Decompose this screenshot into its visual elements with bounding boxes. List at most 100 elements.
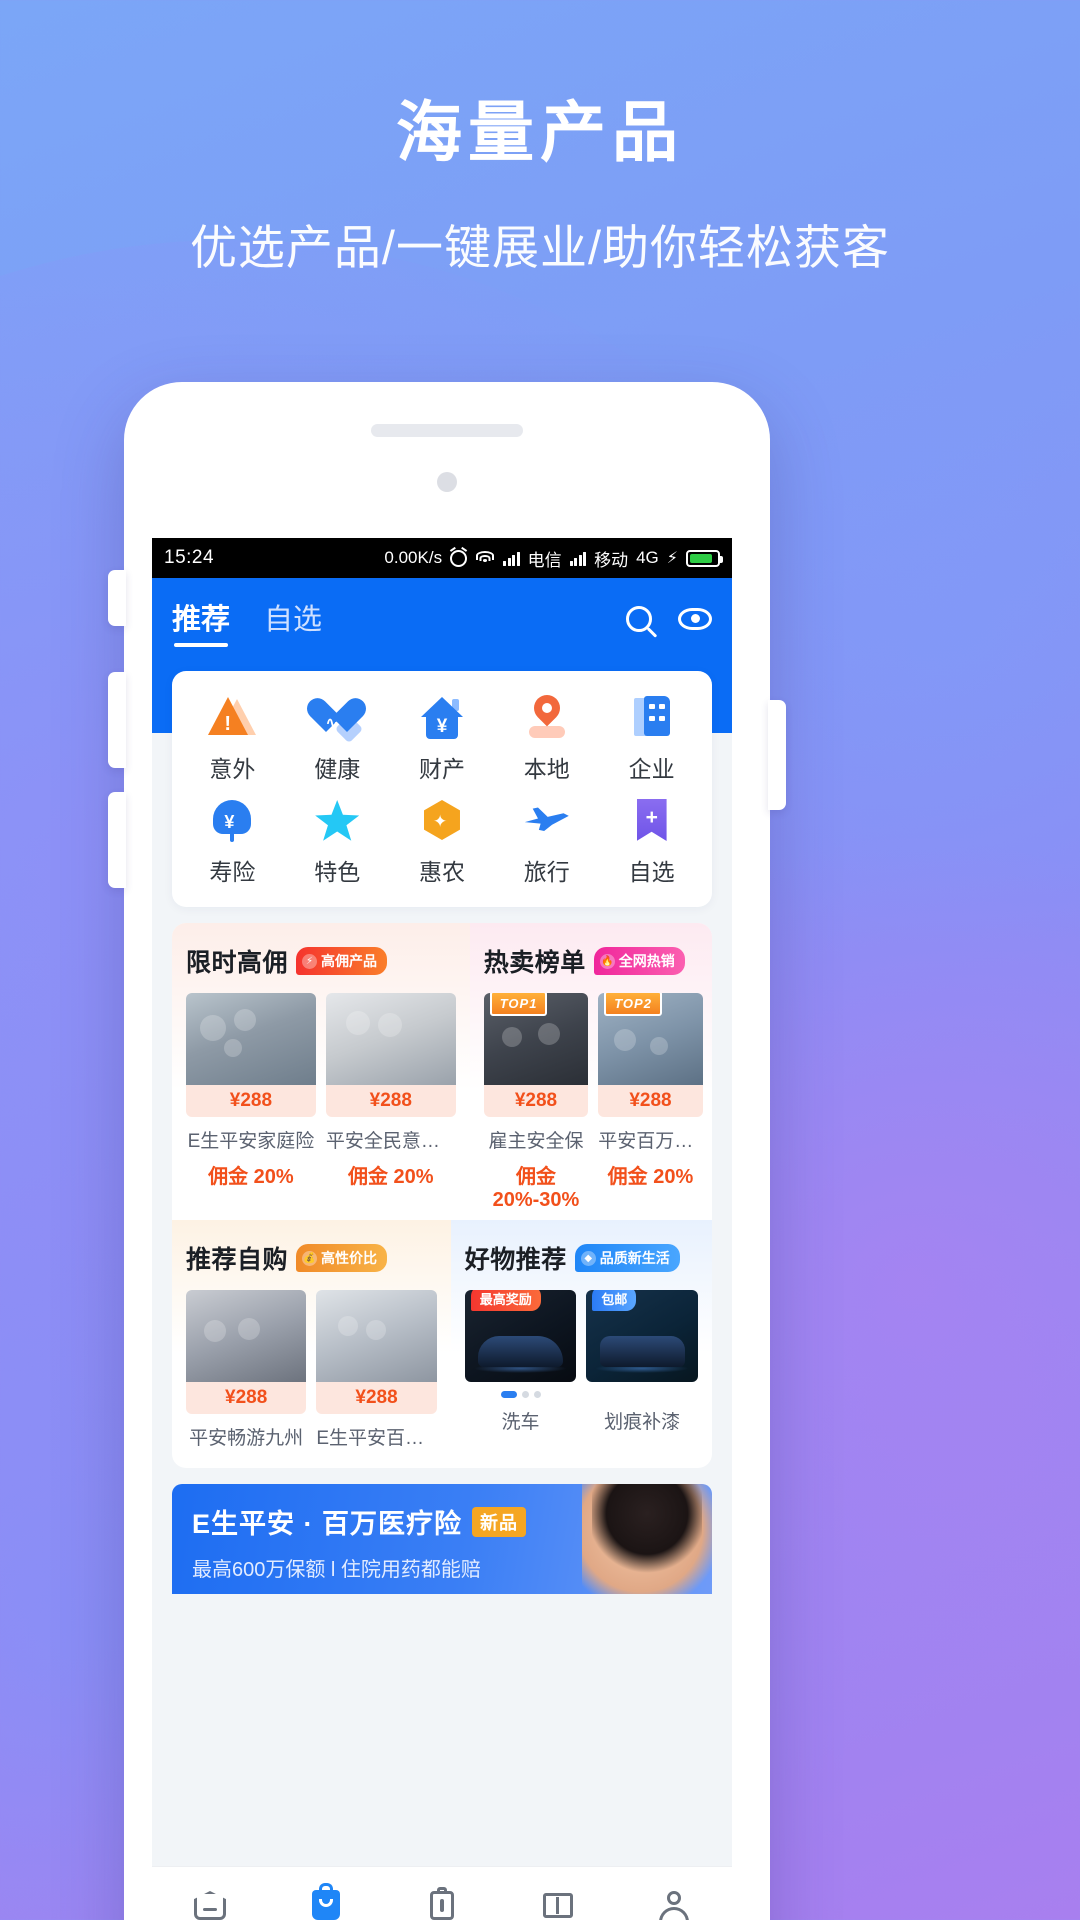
product-card[interactable]: ¥288 平安畅游九州 — [186, 1290, 307, 1450]
tabbar-item-customers[interactable]: 客户 — [384, 1887, 500, 1920]
product-commission: 佣金 20% — [208, 1166, 294, 1188]
category-item-enterprise[interactable]: 企业 — [599, 693, 704, 784]
bottom-tab-bar: 首页 产品 客户 学习 我的 — [152, 1866, 732, 1920]
section-good-goods: 好物推荐 ◆ 品质新生活 最高奖励 洗车 包邮 划痕补漆 — [450, 1220, 712, 1450]
carousel-dots[interactable] — [465, 1391, 577, 1398]
category-item-accident[interactable]: 意外 — [180, 693, 285, 784]
phone-button-left-2[interactable] — [108, 672, 126, 768]
rank-badge: TOP2 — [604, 993, 662, 1016]
status-carrier-2: 移动 — [594, 550, 629, 570]
tab-custom[interactable]: 自选 — [264, 596, 322, 647]
product-name: E生平安家庭险 — [187, 1131, 315, 1152]
product-thumbnail — [186, 993, 316, 1085]
section-title: 推荐自购 — [186, 1246, 289, 1274]
search-icon[interactable] — [626, 605, 652, 632]
banner-title: E生平安 · 百万医疗险 — [192, 1509, 463, 1539]
section-hot-list: 热卖榜单 🔥 全网热销 TOP1 ¥288 雇主安全保 佣金 20%-30% T… — [469, 923, 712, 1212]
section-title: 限时高佣 — [186, 949, 289, 977]
category-item-health[interactable]: ∿ 健康 — [285, 693, 390, 784]
product-card[interactable]: TOP2 ¥288 平安百万医疗 佣金 20% — [598, 993, 703, 1212]
app-header: 推荐 自选 — [152, 578, 732, 663]
star-icon — [313, 796, 361, 844]
section-title: 热卖榜单 — [483, 949, 586, 977]
product-card[interactable]: 包邮 划痕补漆 — [586, 1290, 699, 1434]
page-subtitle: 优选产品/一键展业/助你轻松获客 — [189, 220, 891, 274]
hexagon-leaf-icon: ✦ — [418, 796, 466, 844]
umbrella-yuan-icon: ¥ — [208, 796, 256, 844]
reward-badge: 最高奖励 — [470, 1290, 541, 1311]
product-name: E生平安百万医 — [316, 1428, 437, 1449]
eye-icon[interactable] — [678, 607, 712, 630]
status-network-type: 4G — [636, 548, 659, 567]
category-item-agriculture[interactable]: ✦ 惠农 — [390, 796, 495, 887]
product-thumbnail — [186, 1290, 307, 1382]
header-tabs: 推荐 自选 — [172, 596, 322, 647]
section-tag-label: 高性价比 — [321, 1250, 378, 1266]
product-commission: 佣金 20%-30% — [492, 1166, 580, 1211]
promo-row-top: 限时高佣 ⚡ 高佣产品 ¥288 E生平安家庭险 佣金 20% ¥288 平安全… — [172, 923, 712, 1212]
product-thumbnail: TOP1 — [483, 993, 589, 1085]
phone-button-right[interactable] — [768, 700, 786, 810]
category-item-local[interactable]: 本地 — [494, 689, 599, 784]
category-label: 寿险 — [209, 859, 256, 885]
product-thumbnail — [316, 1290, 437, 1382]
product-price: ¥288 — [483, 1085, 589, 1117]
phone-button-left-3[interactable] — [108, 792, 126, 888]
section-limited-commission: 限时高佣 ⚡ 高佣产品 ¥288 E生平安家庭险 佣金 20% ¥288 平安全… — [172, 923, 470, 1212]
category-item-travel[interactable]: 旅行 — [494, 796, 599, 887]
product-card[interactable]: ¥288 E生平安百万医 — [316, 1290, 437, 1450]
section-tag: ◆ 品质新生活 — [574, 1244, 680, 1272]
phone-button-left-1[interactable] — [108, 570, 126, 626]
house-yuan-icon: ¥ — [418, 693, 466, 741]
bolt-icon: ⚡ — [302, 953, 318, 969]
category-item-featured[interactable]: 特色 — [285, 796, 390, 887]
product-commission: 佣金 20% — [607, 1166, 694, 1188]
product-price: ¥288 — [325, 1085, 456, 1117]
hero-section: 海量产品 优选产品/一键展业/助你轻松获客 — [0, 96, 1080, 278]
clipboard-icon — [424, 1887, 460, 1920]
status-carrier-1: 电信 — [527, 550, 562, 570]
section-tag: 🔥 全网热销 — [593, 947, 685, 975]
flame-icon: 🔥 — [599, 953, 615, 969]
rank-badge: TOP1 — [489, 993, 548, 1016]
tabbar-item-mine[interactable]: 我的 — [616, 1888, 732, 1920]
diamond-icon: ◆ — [580, 1250, 596, 1266]
user-icon — [656, 1888, 692, 1920]
category-label: 惠农 — [418, 859, 465, 885]
product-name: 雇主安全保 — [488, 1131, 584, 1152]
phone-mockup: 15:24 0.00K/s 电信 移动 4G ⚡ 推荐 自选 ! 意外 ∿ 健康… — [108, 382, 786, 1920]
building-icon — [628, 693, 676, 741]
category-label: 健康 — [314, 756, 361, 782]
product-card[interactable]: ¥288 平安全民意外险 佣金 20% — [325, 993, 456, 1189]
tabbar-item-home[interactable]: 首页 — [152, 1888, 268, 1920]
product-card[interactable]: 最高奖励 洗车 — [464, 1290, 577, 1434]
product-thumbnail: 最高奖励 — [464, 1290, 577, 1382]
status-bar: 15:24 0.00K/s 电信 移动 4G ⚡ — [152, 538, 732, 578]
page-title: 海量产品 — [396, 95, 684, 169]
category-label: 意外 — [209, 756, 256, 782]
section-self-purchase: 推荐自购 💰 高性价比 ¥288 平安畅游九州 ¥288 E生平安百万医 — [172, 1220, 451, 1450]
category-item-property[interactable]: ¥ 财产 — [390, 693, 495, 784]
category-item-watchlist[interactable]: + 自选 — [599, 796, 704, 887]
tabbar-item-products[interactable]: 产品 — [268, 1883, 384, 1920]
category-item-life[interactable]: ¥ 寿险 — [180, 796, 285, 887]
bookmark-plus-icon: + — [628, 796, 676, 844]
product-commission: 佣金 20% — [347, 1166, 434, 1188]
bag-icon — [308, 1883, 344, 1920]
tab-recommend[interactable]: 推荐 — [172, 596, 230, 647]
product-card[interactable]: TOP1 ¥288 雇主安全保 佣金 20%-30% — [483, 993, 589, 1212]
category-grid: 意外 ∿ 健康 ¥ 财产 本地 企业 — [172, 671, 712, 907]
promo-banner[interactable]: E生平安 · 百万医疗险 新品 最高600万保额 l 住院用药都能赔 — [172, 1484, 712, 1594]
signal-icon-2 — [569, 551, 587, 566]
category-label: 旅行 — [523, 859, 570, 885]
charging-bolt-icon: ⚡ — [666, 550, 678, 567]
tabbar-item-learning[interactable]: 学习 — [500, 1888, 616, 1920]
signal-icon — [503, 551, 520, 566]
product-card[interactable]: ¥288 E生平安家庭险 佣金 20% — [186, 993, 316, 1189]
section-tag: 💰 高性价比 — [296, 1244, 388, 1272]
product-thumbnail — [325, 993, 456, 1085]
product-thumbnail: 包邮 — [586, 1290, 699, 1382]
wifi-icon — [475, 550, 495, 566]
product-name: 平安全民意外险 — [325, 1131, 456, 1152]
product-name: 划痕补漆 — [604, 1412, 681, 1433]
